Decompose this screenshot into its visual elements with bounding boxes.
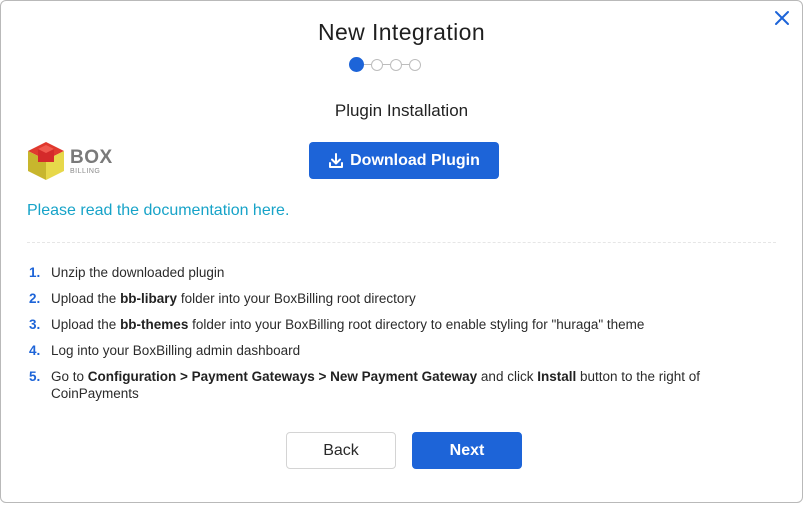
box-logo-icon (28, 142, 64, 180)
step-text-segment: and click (477, 369, 538, 384)
step-3-indicator (390, 58, 402, 71)
step-text: Log into your BoxBilling admin dashboard (51, 342, 769, 359)
step-text-segment: folder into your BoxBilling root directo… (188, 317, 645, 332)
step-text-segment: Go to (51, 369, 88, 384)
step-2-indicator (371, 58, 383, 71)
modal-title: New Integration (317, 19, 486, 45)
download-plugin-button[interactable]: Download Plugin (309, 142, 499, 179)
step-number: 1. (29, 265, 41, 280)
installation-step: 5. Go to Configuration > Payment Gateways… (29, 368, 769, 402)
installation-step: 1. Unzip the downloaded plugin (29, 264, 769, 281)
step-number: 2. (29, 291, 41, 306)
documentation-link[interactable]: Please read the documentation here. (27, 202, 289, 220)
step-text: Upload the bb-libary folder into your Bo… (51, 290, 769, 307)
step-text-emphasis: Install (537, 369, 577, 384)
step-text-segment: Log into your BoxBilling admin dashboard (51, 343, 301, 358)
step-number: 5. (29, 369, 41, 384)
step-text-emphasis: bb-themes (120, 317, 189, 332)
step-text-segment: Upload the (51, 317, 121, 332)
step-connector (383, 63, 390, 66)
boxbilling-logo: BOX BILLING (26, 140, 113, 182)
installation-step: 3. Upload the bb-themes folder into your … (29, 316, 769, 333)
step-number: 4. (29, 343, 41, 358)
new-integration-modal: New Integration Plugin Installation BOX … (0, 0, 803, 503)
step-1-indicator (349, 57, 364, 72)
back-button[interactable]: Back (286, 432, 396, 469)
download-plugin-label: Download Plugin (350, 151, 480, 169)
step-text-segment: Upload the (51, 291, 121, 306)
stepper (349, 57, 421, 72)
step-4-indicator (409, 58, 421, 71)
step-text-emphasis: Configuration > Payment Gateways > New P… (87, 369, 478, 384)
step-text-emphasis: bb-libary (120, 291, 178, 306)
installation-step: 4. Log into your BoxBilling admin dashboa… (29, 342, 769, 359)
step-connector (364, 63, 371, 66)
installation-step: 2. Upload the bb-libary folder into your … (29, 290, 769, 307)
logo-text-small: BILLING (70, 167, 101, 175)
step-text-segment: Unzip the downloaded plugin (51, 265, 225, 280)
next-button[interactable]: Next (412, 432, 522, 469)
step-text: Upload the bb-themes folder into your Bo… (51, 316, 769, 333)
modal-subtitle: Plugin Installation (334, 101, 469, 120)
step-text: Unzip the downloaded plugin (51, 264, 769, 281)
download-icon (329, 152, 344, 168)
step-text-segment: folder into your BoxBilling root directo… (177, 291, 416, 306)
logo-text-big: BOX (70, 146, 113, 168)
step-connector (402, 63, 409, 66)
divider (27, 242, 776, 243)
installation-steps-list: 1. Unzip the downloaded plugin 2. Upload th… (29, 264, 769, 411)
step-number: 3. (29, 317, 41, 332)
step-text: Go to Configuration > Payment Gateways >… (51, 368, 769, 402)
